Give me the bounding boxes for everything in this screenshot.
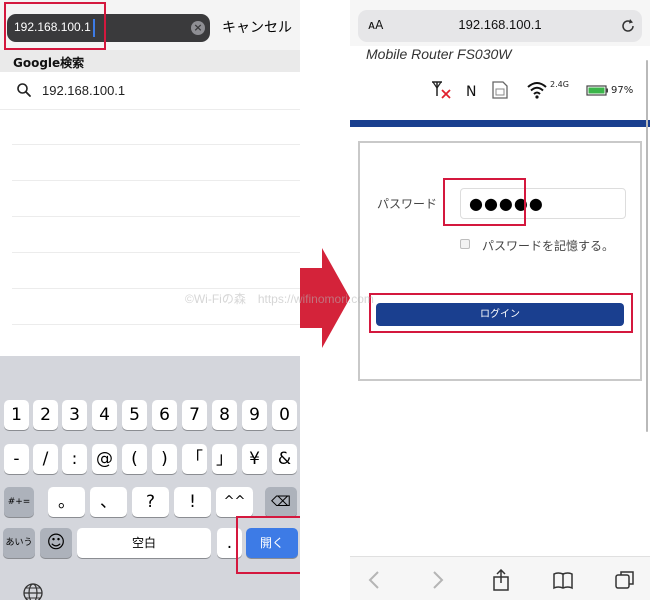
url-highlight-box — [4, 2, 106, 50]
cancel-button[interactable]: キャンセル — [222, 17, 292, 37]
open-button-highlight-box — [236, 516, 300, 574]
key-7[interactable]: 7 — [182, 400, 207, 430]
key-period-jp[interactable]: 。 — [48, 487, 85, 517]
divider — [12, 144, 300, 145]
key-colon[interactable]: : — [62, 444, 87, 474]
url-text: 192.168.100.1 — [458, 17, 542, 32]
divider — [12, 288, 300, 289]
header-divider-bar — [350, 120, 650, 127]
back-icon[interactable] — [364, 569, 386, 591]
wifi-band-label: 2.4G — [550, 80, 569, 89]
reload-icon[interactable] — [620, 18, 636, 34]
sim-card-icon — [492, 81, 508, 99]
bookmarks-icon[interactable] — [552, 569, 574, 591]
key-2[interactable]: 2 — [33, 400, 58, 430]
suggestion-text: 192.168.100.1 — [42, 83, 126, 98]
key-hyphen[interactable]: - — [4, 444, 29, 474]
key-close-paren[interactable]: ) — [152, 444, 177, 474]
key-6[interactable]: 6 — [152, 400, 177, 430]
search-suggestion[interactable]: 192.168.100.1 — [0, 72, 300, 110]
divider — [12, 216, 300, 217]
section-title: Google検索 — [13, 56, 85, 70]
battery-icon — [586, 85, 608, 96]
antenna-no-signal-icon — [432, 81, 451, 99]
key-5[interactable]: 5 — [122, 400, 147, 430]
share-icon[interactable] — [490, 569, 512, 591]
right-phone-screen: ᴀA 192.168.100.1 Mobile Router FS030W N … — [350, 0, 650, 600]
watermark: ©Wi-Fiの森 https://wifinomori.com — [185, 292, 374, 306]
divider — [12, 180, 300, 181]
url-field[interactable]: ᴀA 192.168.100.1 — [358, 10, 642, 42]
password-highlight-box — [443, 178, 526, 226]
key-open-paren[interactable]: ( — [122, 444, 147, 474]
google-search-section-header: Google検索 — [0, 50, 300, 72]
key-question[interactable]: ? — [132, 487, 169, 517]
network-mode-label: N — [466, 84, 477, 100]
remember-password-checkbox[interactable]: パスワードを記憶する。 — [460, 237, 630, 253]
battery-percent: 97% — [611, 85, 634, 96]
space-key[interactable]: 空白 — [77, 528, 211, 558]
checkbox-box[interactable] — [460, 239, 470, 249]
key-exclamation[interactable]: ! — [174, 487, 211, 517]
forward-icon[interactable] — [426, 569, 448, 591]
key-at[interactable]: @ — [92, 444, 117, 474]
key-open-bracket[interactable]: 「 — [182, 444, 207, 474]
key-0[interactable]: 0 — [272, 400, 297, 430]
key-kana[interactable]: あいう — [3, 528, 35, 558]
key-3[interactable]: 3 — [62, 400, 87, 430]
key-yen[interactable]: ¥ — [242, 444, 267, 474]
key-close-bracket[interactable]: 」 — [212, 444, 237, 474]
emoji-icon[interactable]: ☺ — [40, 528, 72, 558]
clear-icon[interactable]: × — [191, 21, 205, 35]
remember-password-label: パスワードを記憶する。 — [482, 239, 615, 253]
key-symbols[interactable]: #+= — [4, 487, 34, 517]
key-8[interactable]: 8 — [212, 400, 237, 430]
globe-icon[interactable] — [22, 582, 44, 600]
divider — [12, 324, 300, 325]
scrollbar[interactable] — [646, 60, 648, 432]
tabs-icon[interactable] — [614, 569, 636, 591]
key-ampersand[interactable]: & — [272, 444, 297, 474]
password-label: パスワード — [377, 197, 438, 211]
key-4[interactable]: 4 — [92, 400, 117, 430]
key-kaomoji[interactable]: ^^ — [216, 487, 253, 517]
key-9[interactable]: 9 — [242, 400, 267, 430]
login-panel: パスワード ●●●●● パスワードを記憶する。 ログイン — [358, 141, 642, 381]
backspace-icon[interactable]: ⌫ — [265, 487, 297, 517]
login-highlight-box — [369, 293, 633, 333]
key-comma-jp[interactable]: 、 — [90, 487, 127, 517]
key-slash[interactable]: / — [33, 444, 58, 474]
divider — [12, 252, 300, 253]
search-icon — [17, 83, 31, 97]
router-model-title: Mobile Router FS030W — [366, 46, 512, 62]
key-1[interactable]: 1 — [4, 400, 29, 430]
browser-toolbar — [350, 556, 650, 600]
browser-address-bar: ᴀA 192.168.100.1 — [350, 0, 650, 46]
wifi-icon — [527, 82, 547, 99]
